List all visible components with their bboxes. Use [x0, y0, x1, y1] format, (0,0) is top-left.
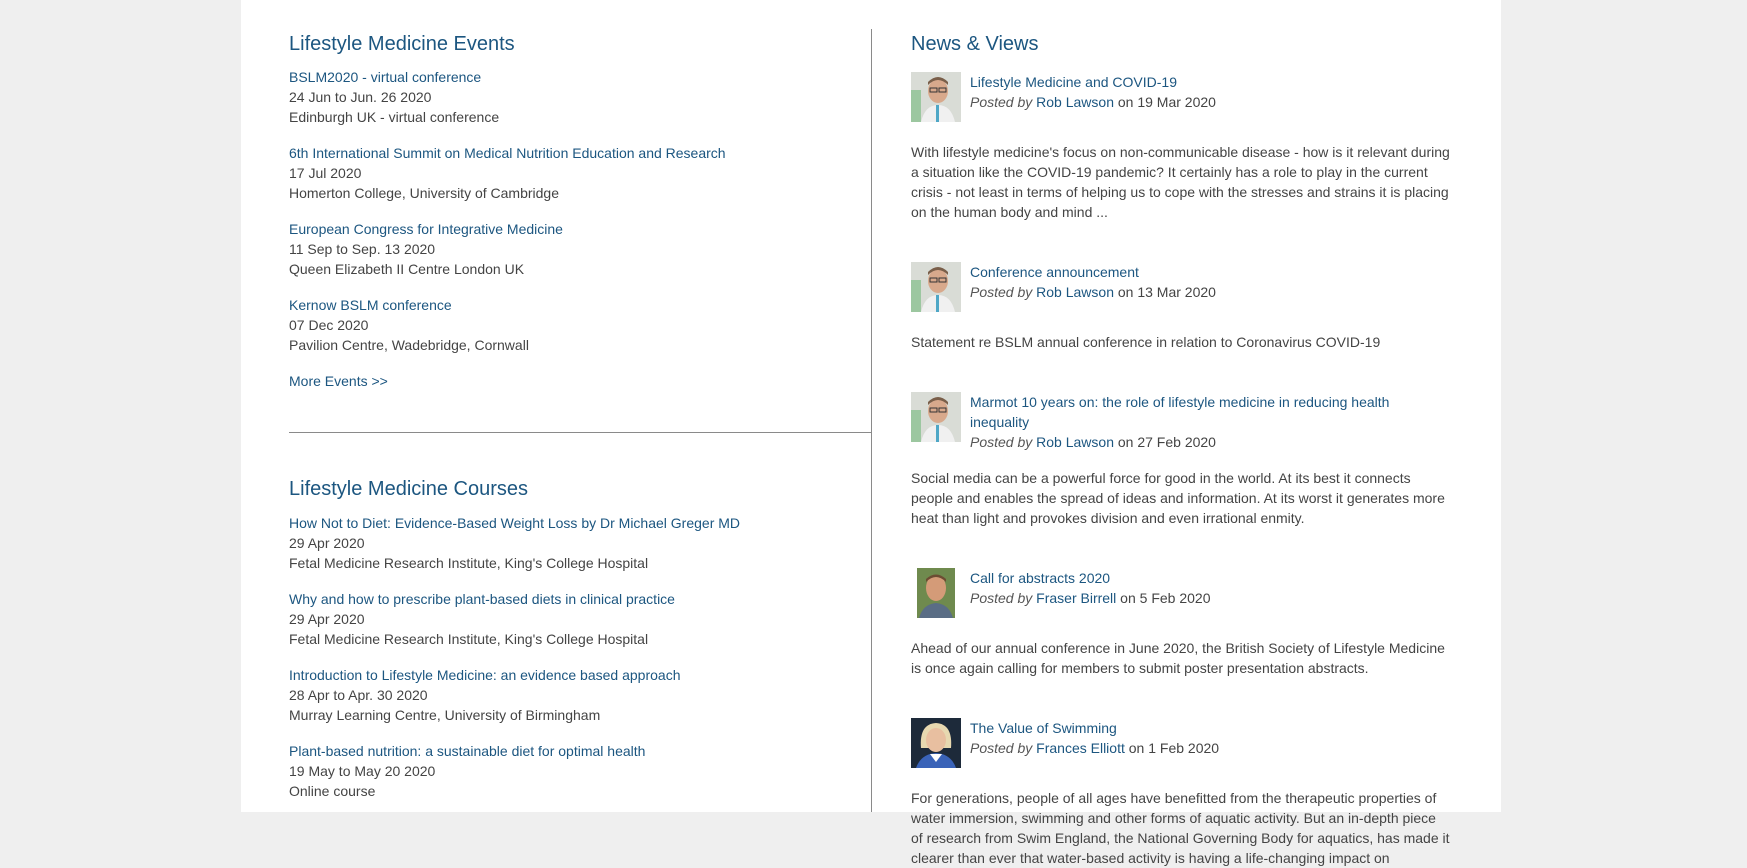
- news-item: Lifestyle Medicine and COVID-19 Posted b…: [911, 72, 1461, 222]
- post-date: 5 Feb 2020: [1139, 590, 1211, 606]
- event-location: Homerton College, University of Cambridg…: [289, 185, 559, 201]
- course-location: Fetal Medicine Research Institute, King'…: [289, 631, 649, 647]
- author-link[interactable]: Fraser Birrell: [1036, 590, 1116, 606]
- course-item: Why and how to prescribe plant-based die…: [289, 589, 871, 649]
- course-date: 29 Apr 2020: [289, 611, 365, 627]
- post-date: 19 Mar 2020: [1137, 94, 1216, 110]
- event-date: 17 Jul 2020: [289, 165, 362, 181]
- event-date: 24 Jun to Jun. 26 2020: [289, 89, 432, 105]
- news-item: Marmot 10 years on: the role of lifestyl…: [911, 392, 1461, 528]
- author-link[interactable]: Frances Elliott: [1036, 740, 1125, 756]
- on-label: on: [1117, 284, 1134, 300]
- events-heading: Lifestyle Medicine Events: [289, 33, 515, 55]
- event-title-link[interactable]: European Congress for Integrative Medici…: [289, 219, 871, 239]
- posted-by-label: Posted by: [970, 434, 1033, 450]
- column-divider: [871, 29, 872, 812]
- news-item: The Value of Swimming Posted by Frances …: [911, 718, 1461, 868]
- course-location: Murray Learning Centre, University of Bi…: [289, 707, 601, 723]
- author-link[interactable]: Rob Lawson: [1036, 94, 1114, 110]
- news-excerpt: Ahead of our annual conference in June 2…: [911, 640, 1445, 676]
- event-location: Edinburgh UK - virtual conference: [289, 109, 500, 125]
- news-heading: News & Views: [911, 33, 1039, 55]
- posted-by-label: Posted by: [970, 740, 1033, 756]
- news-excerpt: For generations, people of all ages have…: [911, 790, 1450, 866]
- posted-by-label: Posted by: [970, 94, 1033, 110]
- course-date: 19 May to May 20 2020: [289, 763, 436, 779]
- post-date: 1 Feb 2020: [1148, 740, 1220, 756]
- posted-by-label: Posted by: [970, 284, 1033, 300]
- posted-line: Posted by Frances Elliott on 1 Feb 2020: [970, 738, 1440, 758]
- news-title-link[interactable]: Conference announcement: [970, 262, 1440, 282]
- event-item: 6th International Summit on Medical Nutr…: [289, 143, 871, 203]
- on-label: on: [1128, 740, 1145, 756]
- course-title-link[interactable]: How Not to Diet: Evidence-Based Weight L…: [289, 513, 871, 533]
- posted-line: Posted by Rob Lawson on 27 Feb 2020: [970, 432, 1440, 452]
- event-item: European Congress for Integrative Medici…: [289, 219, 871, 279]
- author-link[interactable]: Rob Lawson: [1036, 434, 1114, 450]
- event-title-link[interactable]: 6th International Summit on Medical Nutr…: [289, 143, 871, 163]
- news-title-link[interactable]: The Value of Swimming: [970, 718, 1440, 738]
- posted-line: Posted by Rob Lawson on 19 Mar 2020: [970, 92, 1440, 112]
- news-item: Call for abstracts 2020 Posted by Fraser…: [911, 568, 1461, 678]
- event-location: Pavilion Centre, Wadebridge, Cornwall: [289, 337, 529, 353]
- posted-line: Posted by Fraser Birrell on 5 Feb 2020: [970, 588, 1440, 608]
- event-date: 07 Dec 2020: [289, 317, 369, 333]
- course-date: 28 Apr to Apr. 30 2020: [289, 687, 428, 703]
- course-title-link[interactable]: Why and how to prescribe plant-based die…: [289, 589, 871, 609]
- news-title-link[interactable]: Call for abstracts 2020: [970, 568, 1440, 588]
- event-location: Queen Elizabeth II Centre London UK: [289, 261, 525, 277]
- right-column: News & Views Lifestyle Medicine and COVI…: [911, 30, 1461, 868]
- rob-lawson-avatar[interactable]: [911, 72, 961, 122]
- content-panel: Lifestyle Medicine Events BSLM2020 - vir…: [241, 0, 1501, 866]
- course-location: Online course: [289, 783, 376, 799]
- posted-line: Posted by Rob Lawson on 13 Mar 2020: [970, 282, 1440, 302]
- left-column: Lifestyle Medicine Events BSLM2020 - vir…: [289, 30, 871, 801]
- course-title-link[interactable]: Introduction to Lifestyle Medicine: an e…: [289, 665, 871, 685]
- course-item: Introduction to Lifestyle Medicine: an e…: [289, 665, 871, 725]
- event-title-link[interactable]: Kernow BSLM conference: [289, 295, 871, 315]
- courses-heading: Lifestyle Medicine Courses: [289, 478, 528, 500]
- course-item: Plant-based nutrition: a sustainable die…: [289, 741, 871, 801]
- news-title-link[interactable]: Lifestyle Medicine and COVID-19: [970, 72, 1440, 92]
- news-title-link[interactable]: Marmot 10 years on: the role of lifestyl…: [970, 392, 1440, 432]
- event-item: BSLM2020 - virtual conference 24 Jun to …: [289, 67, 871, 127]
- event-date: 11 Sep to Sep. 13 2020: [289, 241, 436, 257]
- frances-elliott-avatar[interactable]: [911, 718, 961, 768]
- event-title-link[interactable]: BSLM2020 - virtual conference: [289, 67, 871, 87]
- news-excerpt: With lifestyle medicine's focus on non-c…: [911, 144, 1450, 220]
- news-excerpt: Statement re BSLM annual conference in r…: [911, 334, 1381, 350]
- post-date: 13 Mar 2020: [1137, 284, 1216, 300]
- fraser-birrell-avatar[interactable]: [911, 568, 961, 618]
- course-title-link[interactable]: Plant-based nutrition: a sustainable die…: [289, 741, 871, 761]
- posted-by-label: Posted by: [970, 590, 1033, 606]
- on-label: on: [1120, 590, 1136, 606]
- post-date: 27 Feb 2020: [1137, 434, 1216, 450]
- news-excerpt: Social media can be a powerful force for…: [911, 470, 1445, 526]
- rob-lawson-avatar[interactable]: [911, 262, 961, 312]
- on-label: on: [1117, 94, 1134, 110]
- course-location: Fetal Medicine Research Institute, King'…: [289, 555, 649, 571]
- more-events-link[interactable]: More Events >>: [289, 371, 871, 391]
- course-item: How Not to Diet: Evidence-Based Weight L…: [289, 513, 871, 573]
- news-item: Conference announcement Posted by Rob La…: [911, 262, 1461, 352]
- course-date: 29 Apr 2020: [289, 535, 365, 551]
- on-label: on: [1117, 434, 1134, 450]
- rob-lawson-avatar[interactable]: [911, 392, 961, 442]
- event-item: Kernow BSLM conference 07 Dec 2020 Pavil…: [289, 295, 871, 355]
- author-link[interactable]: Rob Lawson: [1036, 284, 1114, 300]
